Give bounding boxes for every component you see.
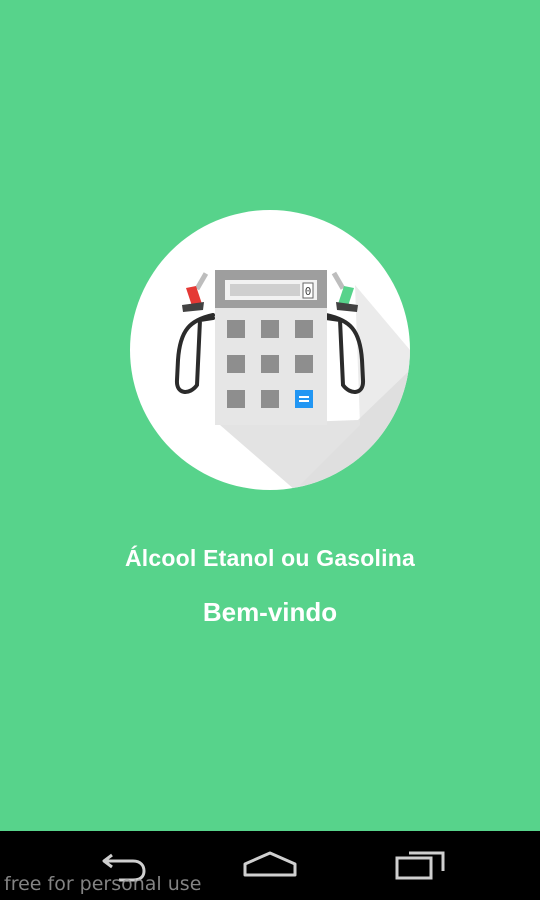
splash-screen: 0 Álcool Etanol ou Gasolina Bem-vindo (0, 0, 540, 831)
welcome-message: Bem-vindo (202, 597, 338, 627)
app-title: Álcool Etanol ou Gasolina (125, 545, 415, 571)
home-icon (243, 851, 297, 877)
fuel-pump-calculator-icon: 0 (130, 210, 410, 490)
recents-icon (395, 851, 445, 880)
home-button[interactable] (235, 841, 305, 885)
recents-button[interactable] (385, 841, 455, 885)
pump-display-digit: 0 (305, 285, 312, 298)
watermark-text: free for personal use (4, 873, 202, 895)
